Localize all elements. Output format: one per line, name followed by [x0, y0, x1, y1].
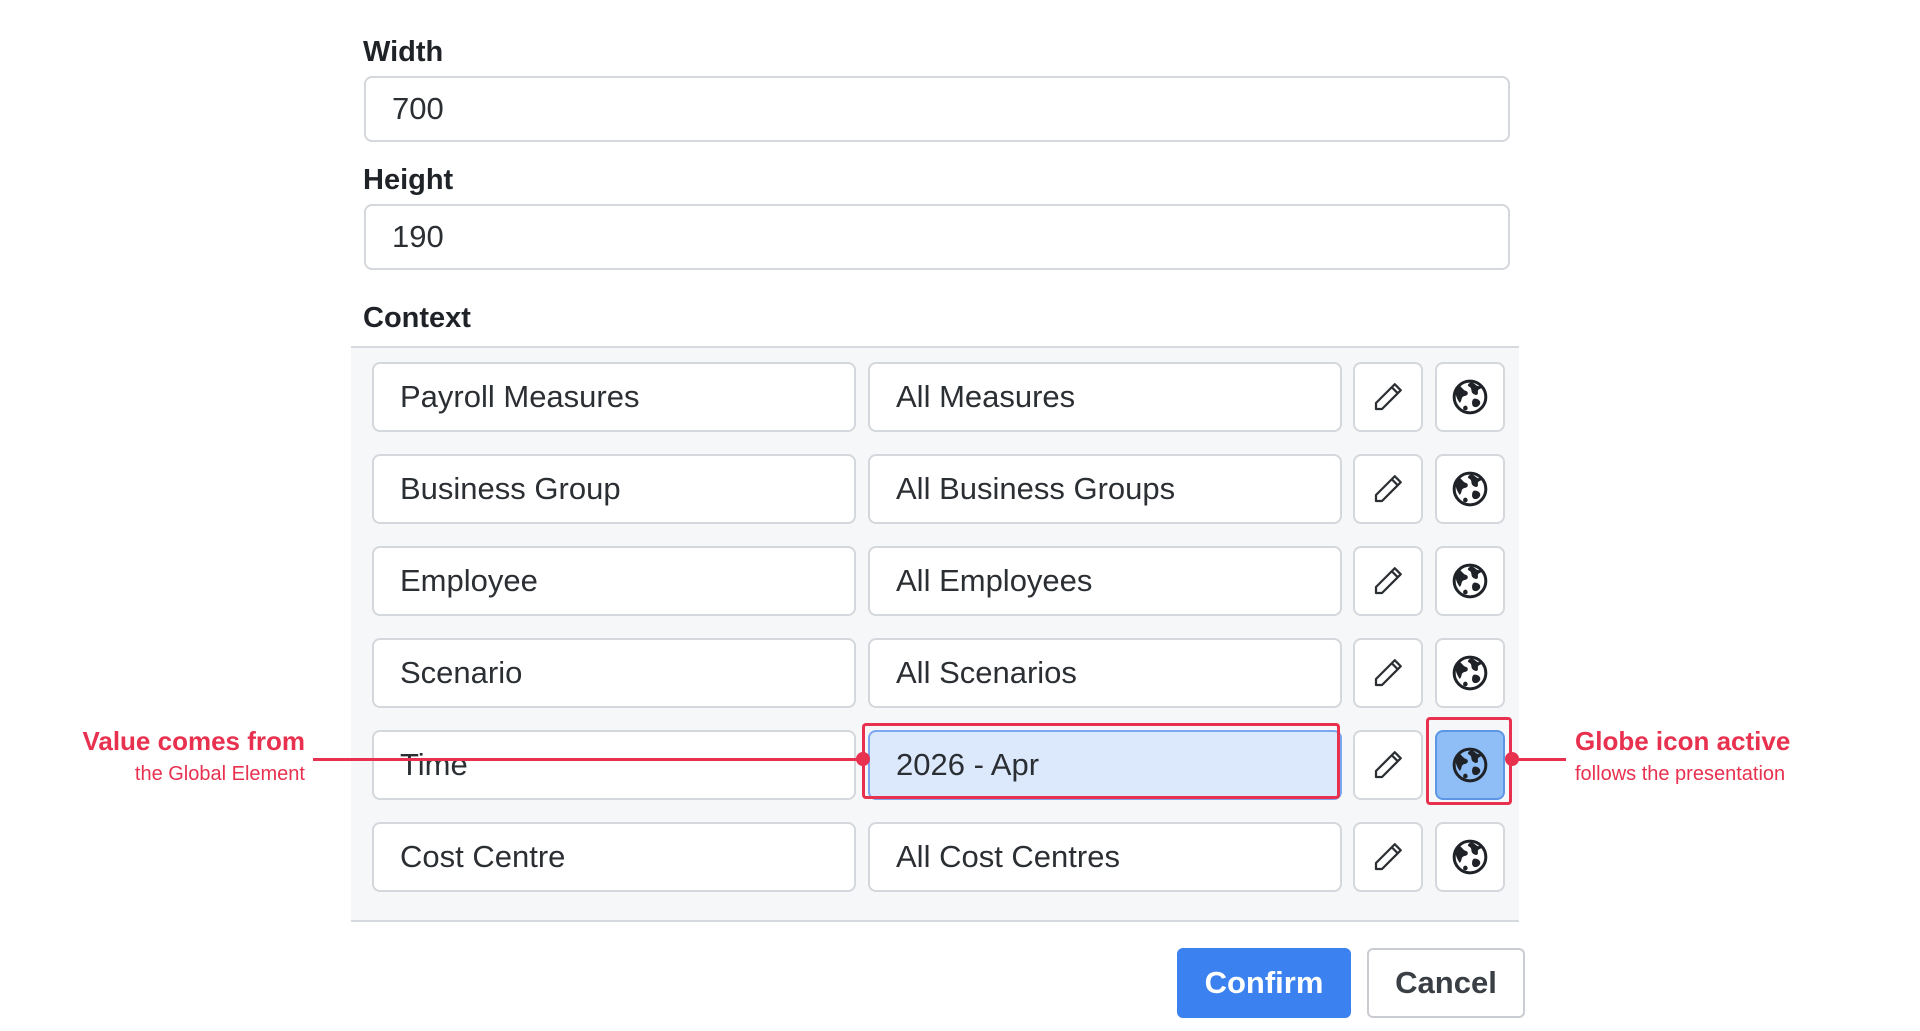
- context-dimension-value[interactable]: All Employees: [868, 546, 1342, 616]
- cancel-button[interactable]: Cancel: [1367, 948, 1525, 1018]
- edit-button[interactable]: [1353, 730, 1423, 800]
- context-dimension-name: Scenario: [372, 638, 856, 708]
- globe-icon: [1452, 563, 1488, 599]
- edit-button[interactable]: [1353, 362, 1423, 432]
- globe-icon: [1452, 471, 1488, 507]
- edit-button[interactable]: [1353, 454, 1423, 524]
- context-row: Cost Centre All Cost Centres: [351, 822, 1519, 894]
- context-dimension-value[interactable]: All Scenarios: [868, 638, 1342, 708]
- globe-button[interactable]: [1435, 638, 1505, 708]
- left-callout-title: Value comes from: [82, 726, 305, 756]
- context-row: Payroll Measures All Measures: [351, 362, 1519, 434]
- width-label: Width: [363, 36, 444, 68]
- context-dimension-value[interactable]: All Business Groups: [868, 454, 1342, 524]
- width-input[interactable]: 700: [364, 76, 1510, 142]
- edit-button[interactable]: [1353, 638, 1423, 708]
- edit-button[interactable]: [1353, 546, 1423, 616]
- context-dimension-name: Time: [372, 730, 856, 800]
- context-row: Employee All Employees: [351, 546, 1519, 618]
- right-callout-subtitle: follows the presentation: [1575, 763, 1786, 785]
- globe-icon: [1452, 655, 1488, 691]
- context-dimension-value[interactable]: All Cost Centres: [868, 822, 1342, 892]
- context-dimension-name: Cost Centre: [372, 822, 856, 892]
- pencil-icon: [1374, 843, 1402, 871]
- left-callout-line: [313, 758, 863, 761]
- dialog-root: Width 700 Height 190 Context Payroll Mea…: [0, 0, 1920, 1031]
- edit-button[interactable]: [1353, 822, 1423, 892]
- pencil-icon: [1374, 567, 1402, 595]
- context-dimension-name: Payroll Measures: [372, 362, 856, 432]
- left-callout-dot: [856, 752, 870, 766]
- context-dimension-value-active[interactable]: 2026 - Apr: [868, 730, 1342, 800]
- context-label: Context: [363, 302, 471, 334]
- context-row-active: Time 2026 - Apr: [351, 730, 1519, 802]
- pencil-icon: [1374, 475, 1402, 503]
- pencil-icon: [1374, 659, 1402, 687]
- globe-button[interactable]: [1435, 362, 1505, 432]
- globe-button-active[interactable]: [1435, 730, 1505, 800]
- context-dimension-value[interactable]: All Measures: [868, 362, 1342, 432]
- context-panel: Payroll Measures All Measures Business G…: [351, 346, 1519, 922]
- right-callout-line: [1512, 758, 1566, 761]
- context-dimension-name: Business Group: [372, 454, 856, 524]
- globe-button[interactable]: [1435, 454, 1505, 524]
- globe-icon: [1452, 379, 1488, 415]
- globe-icon: [1452, 839, 1488, 875]
- left-callout-subtitle: the Global Element: [134, 763, 305, 785]
- context-dimension-name: Employee: [372, 546, 856, 616]
- globe-button[interactable]: [1435, 822, 1505, 892]
- globe-icon: [1452, 747, 1488, 783]
- height-input[interactable]: 190: [364, 204, 1510, 270]
- context-row: Business Group All Business Groups: [351, 454, 1519, 526]
- pencil-icon: [1374, 751, 1402, 779]
- right-callout-title: Globe icon active: [1575, 726, 1791, 756]
- pencil-icon: [1374, 383, 1402, 411]
- confirm-button[interactable]: Confirm: [1177, 948, 1351, 1018]
- context-row: Scenario All Scenarios: [351, 638, 1519, 710]
- height-label: Height: [363, 164, 454, 196]
- globe-button[interactable]: [1435, 546, 1505, 616]
